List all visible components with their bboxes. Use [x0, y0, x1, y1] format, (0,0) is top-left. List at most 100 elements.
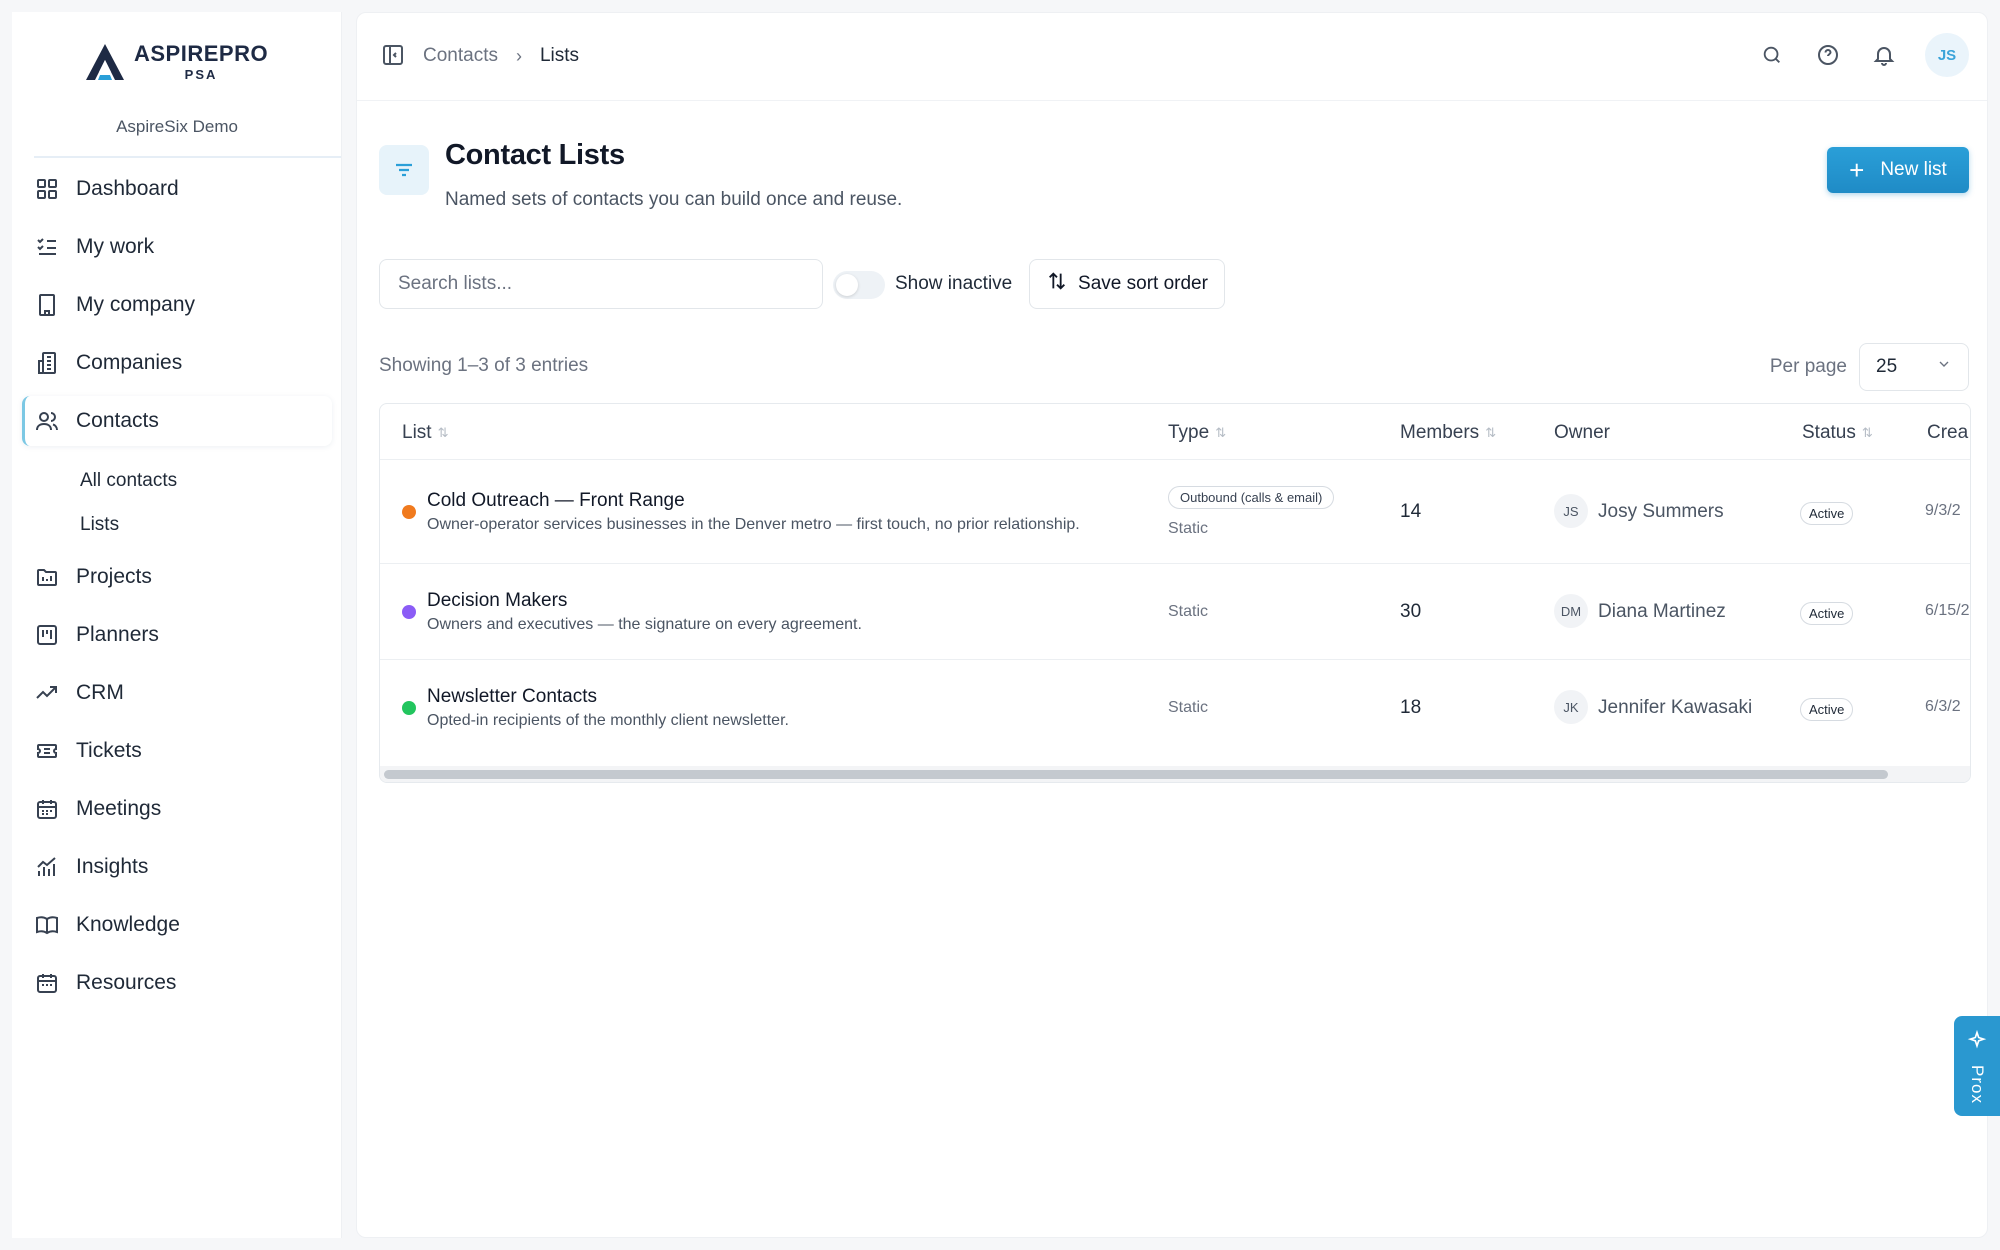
- sidebar-toggle-icon[interactable]: [381, 43, 407, 69]
- nav-item-contacts[interactable]: Contacts: [22, 396, 332, 446]
- member-count: 30: [1400, 601, 1422, 622]
- plus-icon: +: [1849, 155, 1865, 185]
- nav-item-crm[interactable]: CRM: [22, 668, 332, 718]
- logo-mark-icon: [84, 42, 126, 82]
- user-avatar[interactable]: JS: [1925, 33, 1969, 77]
- new-list-button[interactable]: + New list: [1827, 147, 1969, 193]
- sort-icon: ⇅: [1861, 425, 1873, 440]
- show-inactive-toggle[interactable]: [833, 271, 885, 299]
- nav-item-companies[interactable]: Companies: [22, 338, 332, 388]
- users-icon: [34, 408, 60, 434]
- sub-item-all-contacts[interactable]: All contacts: [80, 470, 177, 492]
- column-header-type[interactable]: Type ⇅: [1168, 422, 1226, 444]
- logo-name: ASPIREPRO: [134, 41, 269, 66]
- search-icon[interactable]: [1757, 40, 1787, 70]
- table-header: List ⇅ Type ⇅ Members ⇅ Owner Status ⇅ C…: [380, 404, 1970, 460]
- nav-item-label: My company: [76, 293, 196, 316]
- nav-item-insights[interactable]: Insights: [22, 842, 332, 892]
- nav-item-label: Meetings: [76, 797, 162, 820]
- prox-label: Prox: [1968, 1065, 1987, 1104]
- filter-list-icon: [379, 145, 429, 195]
- scrollbar-thumb[interactable]: [384, 770, 1888, 779]
- nav-item-my-company[interactable]: My company: [22, 280, 332, 330]
- list-name[interactable]: Newsletter Contacts: [427, 686, 597, 708]
- owner-name: Jennifer Kawasaki: [1598, 697, 1753, 718]
- calendar-icon: [34, 970, 60, 996]
- list-description: Owner-operator services businesses in th…: [427, 516, 1080, 533]
- topbar: Contacts › Lists JS: [357, 13, 1987, 101]
- owner-avatar: JS: [1554, 494, 1588, 528]
- table-row[interactable]: Decision Makers Owners and executives — …: [380, 564, 1970, 660]
- folder-icon: [34, 564, 60, 590]
- logo-sub: PSA: [184, 67, 218, 82]
- column-label: Crea: [1927, 422, 1969, 443]
- sidebar-divider: [34, 156, 341, 158]
- column-header-owner: Owner: [1554, 422, 1610, 444]
- nav-item-my-work[interactable]: My work: [22, 222, 332, 272]
- toggle-knob: [836, 274, 858, 296]
- nav-item-dashboard[interactable]: Dashboard: [22, 164, 332, 214]
- column-label: Owner: [1554, 422, 1610, 443]
- sub-item-lists[interactable]: Lists: [80, 514, 119, 536]
- sort-icon: ⇅: [1215, 425, 1227, 440]
- list-color-dot: [402, 505, 416, 519]
- sort-arrows-icon: [1046, 270, 1068, 298]
- table-row[interactable]: Newsletter Contacts Opted-in recipients …: [380, 660, 1970, 756]
- created-date: 9/3/2: [1925, 502, 1961, 519]
- organization-name: AspireSix Demo: [116, 117, 238, 136]
- status-badge: Active: [1800, 502, 1854, 525]
- save-sort-order-label: Save sort order: [1078, 273, 1208, 294]
- table-row[interactable]: Cold Outreach — Front Range Owner-operat…: [380, 460, 1970, 564]
- nav-item-label: Tickets: [76, 739, 142, 762]
- checklist-icon: [34, 234, 60, 260]
- nav-item-label: Knowledge: [76, 913, 180, 936]
- column-header-created[interactable]: Crea: [1927, 422, 1968, 444]
- search-input[interactable]: [398, 273, 822, 295]
- list-type: Static: [1168, 520, 1209, 537]
- nav-item-meetings[interactable]: Meetings: [22, 784, 332, 834]
- type-badge: Outbound (calls & email): [1168, 486, 1335, 509]
- prox-assistant-button[interactable]: Prox: [1954, 1016, 2000, 1116]
- breadcrumb-separator: ›: [515, 45, 522, 66]
- save-sort-order-button[interactable]: Save sort order: [1029, 259, 1225, 309]
- nav-item-knowledge[interactable]: Knowledge: [22, 900, 332, 950]
- list-name[interactable]: Cold Outreach — Front Range: [427, 490, 685, 512]
- nav-item-planners[interactable]: Planners: [22, 610, 332, 660]
- calendar-icon: [34, 796, 60, 822]
- logo[interactable]: ASPIREPRO PSA: [84, 42, 268, 82]
- nav-item-tickets[interactable]: Tickets: [22, 726, 332, 776]
- breadcrumb-contacts[interactable]: Contacts: [423, 45, 498, 67]
- per-page-label: Per page: [1769, 356, 1847, 377]
- owner-name: Diana Martinez: [1598, 601, 1726, 622]
- column-label: List: [402, 422, 432, 443]
- list-color-dot: [402, 605, 416, 619]
- nav-item-label: Companies: [76, 351, 183, 374]
- status-badge: Active: [1800, 602, 1854, 625]
- sidebar: ASPIREPRO PSA AspireSix Demo Dashboard M…: [12, 12, 342, 1238]
- column-label: Status: [1802, 422, 1856, 443]
- bell-icon[interactable]: [1869, 40, 1899, 70]
- show-inactive-label: Show inactive: [895, 273, 1013, 294]
- column-header-status[interactable]: Status ⇅: [1802, 422, 1873, 444]
- column-label: Type: [1168, 422, 1210, 443]
- nav-item-label: Planners: [76, 623, 159, 646]
- column-header-list[interactable]: List ⇅: [402, 422, 448, 444]
- help-icon[interactable]: [1813, 40, 1843, 70]
- chart-icon: [34, 854, 60, 880]
- nav-item-projects[interactable]: Projects: [22, 552, 332, 602]
- breadcrumb: Contacts › Lists: [423, 45, 579, 67]
- per-page-select[interactable]: 25: [1859, 343, 1969, 391]
- topbar-actions: JS: [1757, 33, 1969, 77]
- horizontal-scrollbar[interactable]: [380, 766, 1970, 782]
- nav-item-resources[interactable]: Resources: [22, 958, 332, 1008]
- nav-item-label: Projects: [76, 565, 152, 588]
- page-subtitle: Named sets of contacts you can build onc…: [445, 189, 903, 210]
- nav-item-label: Insights: [76, 855, 149, 878]
- member-count: 18: [1400, 697, 1422, 718]
- owner-avatar: JK: [1554, 690, 1588, 724]
- column-header-members[interactable]: Members ⇅: [1400, 422, 1496, 444]
- trending-up-icon: [34, 680, 60, 706]
- owner-name: Josy Summers: [1598, 501, 1724, 522]
- list-name[interactable]: Decision Makers: [427, 590, 567, 612]
- nav-item-label: Contacts: [76, 409, 159, 432]
